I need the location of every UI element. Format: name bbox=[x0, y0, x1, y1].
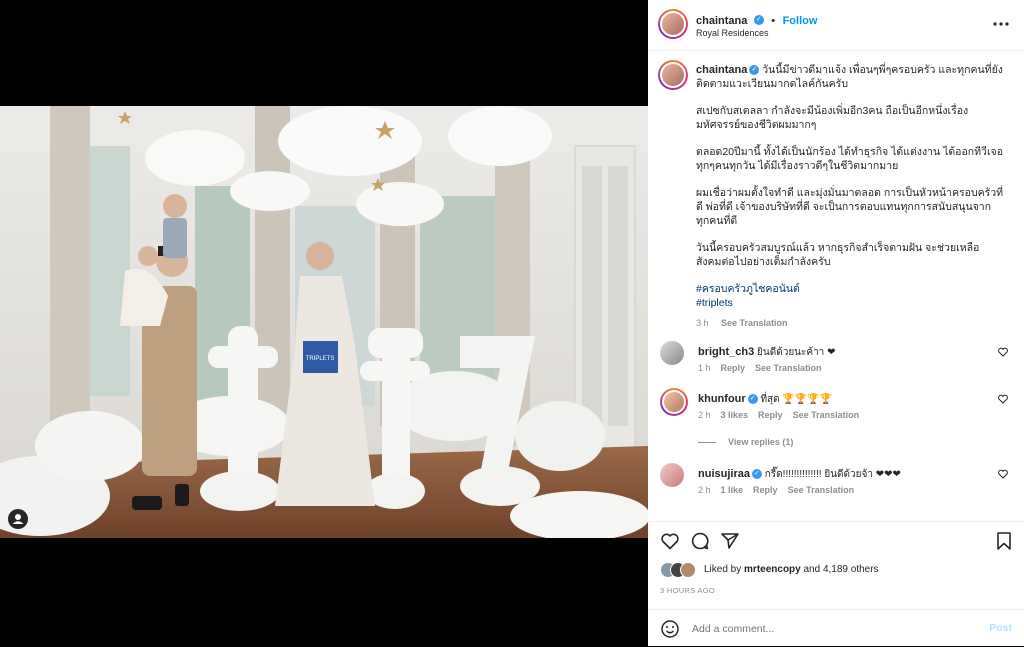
reply-button[interactable]: Reply bbox=[753, 485, 778, 495]
more-options-button[interactable] bbox=[992, 16, 1010, 26]
see-translation-link[interactable]: See Translation bbox=[755, 363, 822, 373]
liker-avatar bbox=[680, 562, 696, 578]
caption-paragraph-2: สเปซกับสเตลลา กำลังจะมีน้องเพิ่มอีก3คน ถ… bbox=[696, 105, 969, 131]
comments-area[interactable]: chaintana ✓ วันนี้มีข่าวดีมาแจ้ง เพื่อนๆพ… bbox=[648, 51, 1024, 521]
author-username[interactable]: chaintana bbox=[696, 15, 747, 27]
comment-input[interactable] bbox=[690, 619, 964, 639]
verified-badge-icon: ✓ bbox=[753, 14, 764, 25]
emoji-icon[interactable] bbox=[660, 619, 680, 639]
commenter-username[interactable]: bright_ch3 bbox=[698, 346, 754, 358]
author-avatar[interactable] bbox=[658, 9, 688, 39]
comment-time: 2 h bbox=[698, 485, 711, 495]
comment-bubble-icon[interactable] bbox=[690, 531, 710, 551]
liked-by-summary: Liked by mrteencopy and 4,189 others bbox=[704, 564, 879, 575]
caption-paragraph-4: ผมเชื่อว่าผมตั้งใจทำดี และมุ่งมั่นมาตลอด… bbox=[696, 187, 1004, 227]
commenter-avatar[interactable] bbox=[660, 463, 684, 487]
caption-paragraph-5: วันนี้ครอบครัวสมบูรณ์แล้ว หากธุรกิจสำเร็… bbox=[696, 242, 980, 268]
comment-likes[interactable]: 1 like bbox=[721, 485, 744, 495]
commenter-username[interactable]: nuisujiraa bbox=[698, 468, 750, 480]
view-replies-button[interactable]: View replies (1) bbox=[698, 437, 793, 447]
tagged-user-button[interactable] bbox=[8, 509, 28, 529]
post-photo[interactable]: TRIPLETS bbox=[0, 106, 648, 538]
like-comment-heart-icon[interactable] bbox=[998, 469, 1008, 479]
commenter-avatar[interactable] bbox=[660, 341, 684, 365]
replies-line bbox=[698, 442, 716, 444]
commenter-username[interactable]: khunfour bbox=[698, 393, 746, 405]
like-heart-icon[interactable] bbox=[660, 531, 680, 551]
reply-button[interactable]: Reply bbox=[758, 410, 783, 420]
comment-item: khunfour ✓ ที่สุด 🏆🏆🏆🏆 2 h 3 likes Reply See… bbox=[660, 388, 1012, 458]
caption-username[interactable]: chaintana bbox=[696, 64, 747, 76]
post-header: chaintana ✓ • Follow Royal Residences bbox=[648, 0, 1024, 51]
liked-by-avatars[interactable] bbox=[660, 562, 700, 578]
hashtag-link[interactable]: #ครอบครัวภูไชคอนันต์ bbox=[696, 282, 1004, 296]
comment-text: กรี๊ด!!!!!!!!!!!!!! ยินดีด้วยจ้า ❤❤❤ bbox=[764, 469, 901, 480]
see-translation-link[interactable]: See Translation bbox=[788, 485, 855, 495]
verified-badge-icon: ✓ bbox=[747, 394, 758, 405]
location-link[interactable]: Royal Residences bbox=[696, 28, 769, 38]
reply-button[interactable]: Reply bbox=[721, 363, 746, 373]
like-comment-heart-icon[interactable] bbox=[998, 394, 1008, 404]
comment-time: 1 h bbox=[698, 363, 711, 373]
comment-text: ที่สุด 🏆🏆🏆🏆 bbox=[760, 394, 833, 405]
verified-badge-icon: ✓ bbox=[749, 65, 760, 76]
see-translation-link[interactable]: See Translation bbox=[793, 410, 860, 420]
caption-paragraph-3: ตลอด20ปีมานี้ ทั้งได้เป็นนักร้อง ได้ทำธุ… bbox=[696, 146, 1003, 172]
share-paper-plane-icon[interactable] bbox=[720, 531, 740, 551]
comment-text: ยินดีด้วยนะค้าา ❤ bbox=[757, 347, 836, 358]
add-comment-bar: Post bbox=[648, 609, 1024, 647]
liked-by-prefix: Liked by bbox=[704, 564, 742, 575]
caption: chaintana ✓ วันนี้มีข่าวดีมาแจ้ง เพื่อนๆพ… bbox=[696, 63, 1004, 330]
post-panel: chaintana ✓ • Follow Royal Residences ch… bbox=[648, 0, 1024, 646]
post-timestamp[interactable]: 3 HOURS AGO bbox=[660, 586, 715, 595]
user-tag-icon bbox=[12, 514, 24, 524]
verified-badge-icon: ✓ bbox=[751, 469, 762, 480]
liked-by-user[interactable]: mrteencopy bbox=[744, 564, 801, 575]
like-comment-heart-icon[interactable] bbox=[998, 347, 1008, 357]
view-replies-label: View replies (1) bbox=[728, 437, 794, 447]
more-dots-icon bbox=[993, 22, 1009, 26]
commenter-avatar[interactable] bbox=[660, 388, 688, 416]
caption-avatar[interactable] bbox=[658, 60, 688, 90]
post-comment-button[interactable]: Post bbox=[989, 622, 1012, 634]
caption-time: 3 h bbox=[696, 318, 709, 328]
bookmark-icon[interactable] bbox=[994, 531, 1014, 551]
see-translation-link[interactable]: See Translation bbox=[721, 318, 788, 328]
comment-item: bright_ch3 ยินดีด้วยนะค้าา ❤ 1 h Reply See… bbox=[660, 341, 1012, 375]
photo-pane: TRIPLETS bbox=[0, 0, 648, 646]
comment-item: nuisujiraa ✓ กรี๊ด!!!!!!!!!!!!!! ยินดีด้ว… bbox=[660, 463, 1012, 503]
sign-text: TRIPLETS bbox=[306, 356, 335, 362]
follow-button[interactable]: Follow bbox=[783, 15, 818, 27]
liked-by-others[interactable]: and 4,189 others bbox=[804, 564, 879, 575]
dot-separator: • bbox=[771, 15, 776, 27]
action-bar: Liked by mrteencopy and 4,189 others 3 H… bbox=[648, 521, 1024, 610]
comment-likes[interactable]: 3 likes bbox=[721, 410, 749, 420]
hashtag-link[interactable]: #triplets bbox=[696, 296, 1004, 310]
comment-time: 2 h bbox=[698, 410, 711, 420]
photo-illustration: TRIPLETS bbox=[0, 106, 648, 538]
